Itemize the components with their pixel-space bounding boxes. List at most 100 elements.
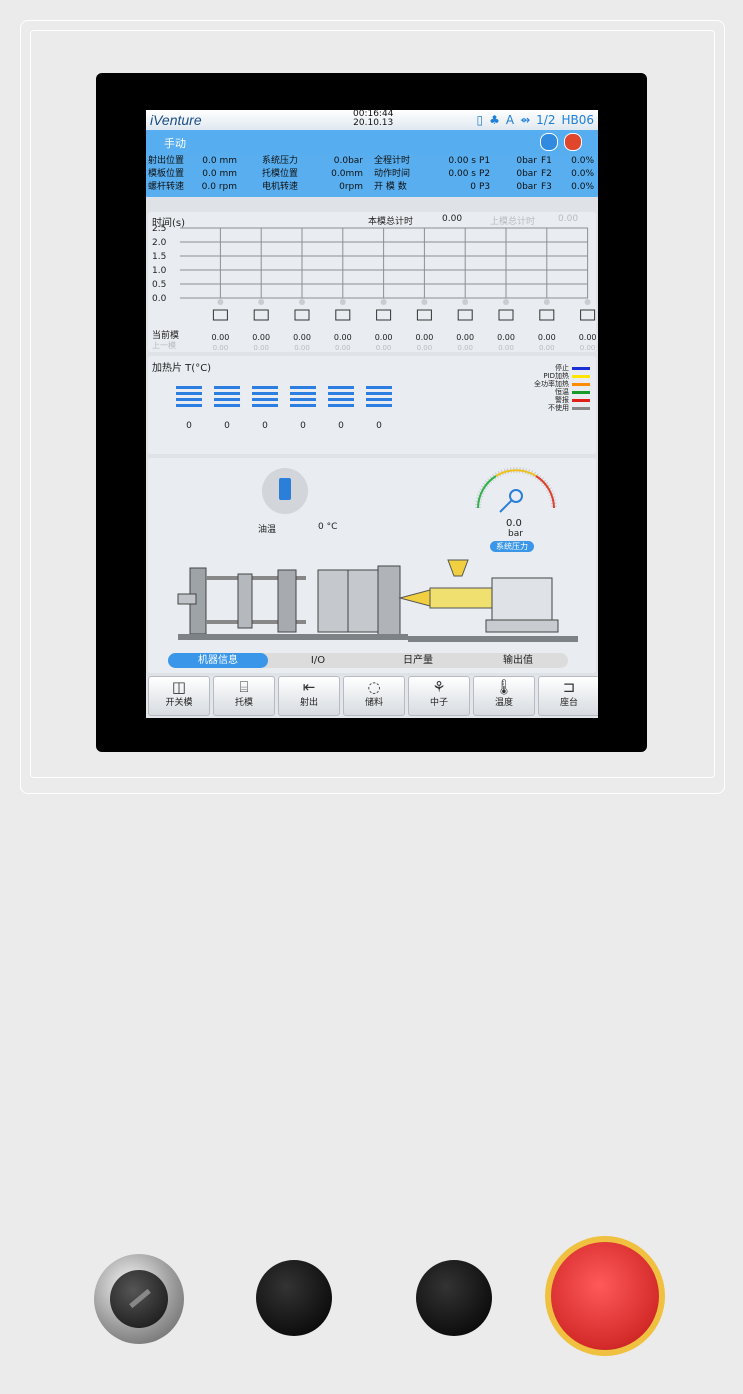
status-label: 开 模 数 bbox=[374, 182, 407, 192]
current-cycle-value: 0.00 bbox=[579, 333, 596, 342]
action-icon bbox=[335, 309, 351, 321]
alarm-icon[interactable] bbox=[564, 133, 582, 151]
timing-panel: 时间(s) 本模总计时 0.00 上模总计时 0.00 2.5 2.0 1.5 1.0… bbox=[148, 212, 596, 352]
toolbar-label: 储料 bbox=[364, 698, 383, 708]
status-label: 系统压力 bbox=[262, 156, 299, 166]
column-marker bbox=[380, 299, 387, 305]
column-marker bbox=[503, 299, 509, 305]
tab-io[interactable]: I/O bbox=[268, 653, 368, 668]
y-tick-label: 2.5 bbox=[152, 224, 166, 234]
status-value: 0.0 mm bbox=[202, 156, 237, 166]
legend-label: 恒温 bbox=[555, 388, 569, 396]
tab-daily-output[interactable]: 日产量 bbox=[368, 653, 468, 668]
heater-zone bbox=[252, 386, 278, 410]
prev-cycle-value: 0.00 bbox=[539, 344, 555, 352]
status-label: F3 bbox=[541, 182, 552, 192]
status-value: 0bar bbox=[516, 182, 537, 192]
action-icon bbox=[416, 309, 432, 321]
status-value: 0.0bar bbox=[333, 156, 363, 166]
top-bar: iVenture 00:16:44 20.10.13 ▯ ♣ A ⇴ 1/2 H… bbox=[146, 110, 598, 130]
toolbar-label: 座台 bbox=[559, 698, 578, 708]
emergency-stop-button[interactable] bbox=[545, 1236, 665, 1356]
heater-temp: 0 bbox=[224, 421, 230, 431]
injection-button[interactable]: ⇤ 射出 bbox=[278, 676, 340, 716]
injection-icon: ⇤ bbox=[302, 678, 316, 696]
status-value: 0.0% bbox=[571, 169, 594, 179]
column-marker bbox=[258, 299, 265, 305]
heater-temp: 0 bbox=[376, 421, 382, 431]
action-icon bbox=[457, 309, 473, 321]
machine-diagram bbox=[177, 559, 578, 642]
pressure-unit: bar bbox=[508, 529, 523, 539]
status-value: 0bar bbox=[516, 169, 537, 179]
column-marker bbox=[462, 299, 469, 305]
status-label: 射出位置 bbox=[148, 156, 185, 166]
mold-open-close-button[interactable]: ◫ 开关模 bbox=[148, 676, 210, 716]
current-cycle-value: 0.00 bbox=[415, 333, 433, 342]
tab-output-values[interactable]: 输出值 bbox=[468, 653, 568, 668]
status-value: 0bar bbox=[516, 156, 537, 166]
operator-panel: iVenture 00:16:44 20.10.13 ▯ ♣ A ⇴ 1/2 H… bbox=[0, 0, 743, 1394]
status-value: 0.00 s bbox=[448, 156, 476, 166]
column-marker bbox=[217, 299, 224, 305]
machine-id: HB06 bbox=[561, 113, 594, 127]
legend-swatch bbox=[572, 390, 590, 394]
heater-temp: 0 bbox=[300, 421, 306, 431]
current-cycle-value: 0.00 bbox=[293, 333, 311, 342]
black-push-button-1[interactable] bbox=[256, 1260, 332, 1336]
info-tabs: 机器信息 I/O 日产量 输出值 bbox=[168, 653, 568, 668]
toolbar-label: 温度 bbox=[494, 698, 513, 708]
action-icon bbox=[539, 309, 555, 321]
black-push-button-2[interactable] bbox=[416, 1260, 492, 1336]
carriage-button[interactable]: ⊐ 座台 bbox=[538, 676, 598, 716]
action-icon bbox=[253, 309, 269, 321]
key-switch[interactable] bbox=[94, 1254, 184, 1344]
toolbar-label: 射出 bbox=[299, 698, 318, 708]
status-table: 射出位置 0.0 mm 系统压力 0.0bar 全程计时 0.00 s P1 0… bbox=[146, 154, 598, 197]
temperature-button[interactable]: 🌡 温度 bbox=[473, 676, 535, 716]
ejector-button[interactable]: ⌸ 托模 bbox=[213, 676, 275, 716]
action-icon bbox=[580, 309, 596, 321]
status-row: 模板位置 0.0 mm 托模位置 0.0mm 动作时间 0.00 s P2 0b… bbox=[148, 168, 596, 181]
status-label: 模板位置 bbox=[148, 169, 185, 179]
status-row: 射出位置 0.0 mm 系统压力 0.0bar 全程计时 0.00 s P1 0… bbox=[148, 155, 596, 168]
column-marker bbox=[421, 299, 428, 305]
status-label: 电机转速 bbox=[262, 182, 299, 192]
heater-legend: 停止 PID加热 全功率加热 恒温 警报 不使用 bbox=[534, 364, 590, 412]
y-tick-label: 1.0 bbox=[152, 266, 167, 276]
status-label: P2 bbox=[479, 169, 491, 179]
legend-label: 停止 bbox=[555, 364, 569, 372]
legend-swatch bbox=[572, 374, 590, 378]
date-display: 20.10.13 bbox=[353, 118, 394, 128]
column-marker bbox=[543, 299, 550, 305]
status-label: F1 bbox=[541, 156, 552, 166]
legend-label: 警报 bbox=[555, 396, 569, 404]
core-pull-button[interactable]: ⚘ 中子 bbox=[408, 676, 470, 716]
legend-label: PID加热 bbox=[543, 372, 569, 380]
ejector-icon: ⌸ bbox=[239, 678, 249, 696]
action-icon bbox=[376, 309, 392, 321]
heater-title: 加热片 T(°C) bbox=[152, 363, 212, 374]
prev-cycle-value: 0.00 bbox=[213, 344, 229, 352]
charging-icon: ◌ bbox=[367, 678, 381, 696]
status-value: 0.00 s bbox=[448, 169, 476, 179]
page-indicator[interactable]: 1/2 bbox=[536, 113, 555, 127]
charging-button[interactable]: ◌ 储料 bbox=[343, 676, 405, 716]
carriage-icon: ⊐ bbox=[562, 678, 576, 696]
prev-cycle-value: 0.00 bbox=[457, 344, 473, 352]
top-icons: ▯ ♣ A ⇴ 1/2 HB06 bbox=[477, 113, 595, 127]
legend-label: 不使用 bbox=[548, 404, 569, 412]
status-label: P1 bbox=[479, 156, 491, 166]
tab-machine-info[interactable]: 机器信息 bbox=[168, 653, 268, 668]
current-cycle-value: 0.00 bbox=[211, 333, 229, 342]
status-value: 0.0mm bbox=[331, 169, 363, 179]
prev-cycle-value: 0.00 bbox=[253, 344, 269, 352]
mode-letter: A bbox=[505, 113, 515, 127]
user-icon[interactable] bbox=[540, 133, 558, 151]
prev-cycle-value: 0.00 bbox=[498, 344, 514, 352]
toolbar-label: 中子 bbox=[429, 698, 448, 708]
prev-cycle-value: 0.00 bbox=[376, 344, 392, 352]
status-value: 0 bbox=[470, 182, 476, 192]
legend-swatch bbox=[572, 406, 590, 410]
heater-zone bbox=[290, 386, 316, 410]
